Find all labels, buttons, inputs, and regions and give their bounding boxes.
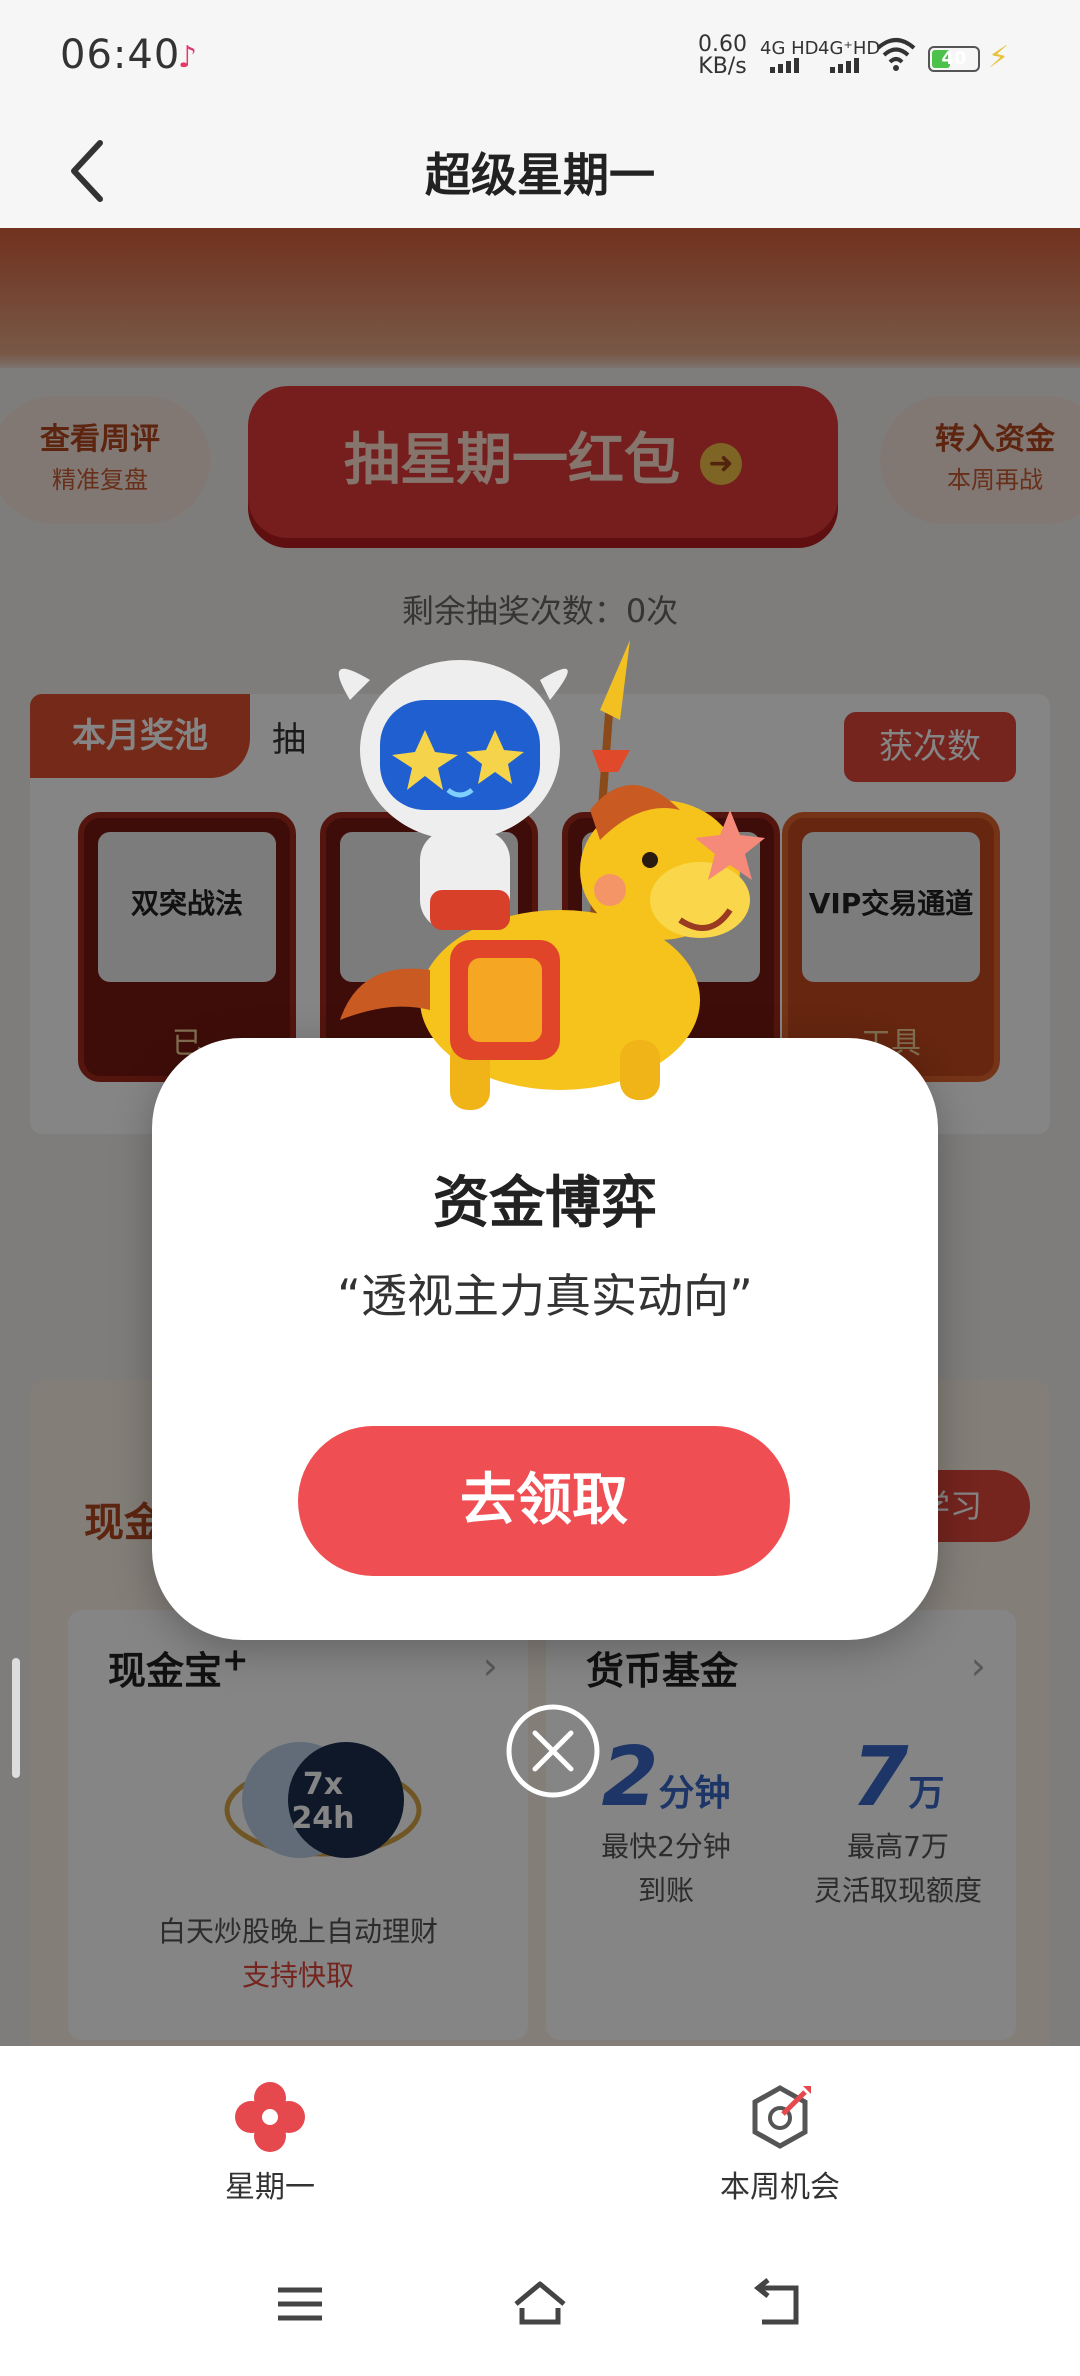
status-time: 06:40: [60, 32, 181, 78]
app-header: 超级星期一: [0, 115, 1080, 228]
battery-level: 40: [941, 48, 967, 69]
battery-icon: 40: [928, 46, 980, 72]
tab-label: 本周机会: [720, 2170, 840, 2205]
reward-dialog: 资金博弈 “透视主力真实动向” 去领取: [152, 1038, 938, 1640]
sim2-label: 4G⁺HD: [818, 38, 881, 59]
claim-button[interactable]: 去领取: [298, 1426, 790, 1576]
page-title: 超级星期一: [425, 148, 655, 202]
menu-icon[interactable]: [270, 2274, 330, 2334]
tab-monday[interactable]: 星期一: [140, 2082, 400, 2206]
net-speed-value: 0.60: [698, 32, 747, 57]
dialog-subtitle: “透视主力真实动向”: [337, 1269, 753, 1323]
tiktok-icon: ♪: [178, 40, 198, 75]
tab-label: 星期一: [225, 2170, 315, 2205]
signal-icon: [770, 58, 799, 73]
signal-icon: [830, 58, 859, 73]
scroll-indicator: [12, 1658, 20, 1778]
flower-icon: [235, 2082, 305, 2152]
back-icon[interactable]: [750, 2274, 810, 2334]
tab-weekly-opportunity[interactable]: 本周机会: [650, 2082, 910, 2206]
bottom-nav: 星期一 本周机会: [0, 2046, 1080, 2222]
target-icon: [752, 2085, 811, 2149]
wifi-icon: [876, 38, 916, 71]
system-nav-bar: [0, 2222, 1080, 2376]
net-speed-unit: KB/s: [698, 54, 747, 79]
status-bar: 06:40 ♪ 0.60 KB/s 4G HD 4G⁺HD 40 ⚡: [0, 0, 1080, 115]
sim1-label: 4G HD: [760, 38, 819, 59]
charging-icon: ⚡: [988, 40, 1010, 75]
home-icon[interactable]: [510, 2274, 570, 2334]
net-speed: 0.60 KB/s: [698, 34, 747, 78]
close-circle-icon[interactable]: [504, 1702, 602, 1800]
dialog-title: 资金博弈: [433, 1171, 657, 1236]
mascot-illustration: [338, 640, 765, 1110]
